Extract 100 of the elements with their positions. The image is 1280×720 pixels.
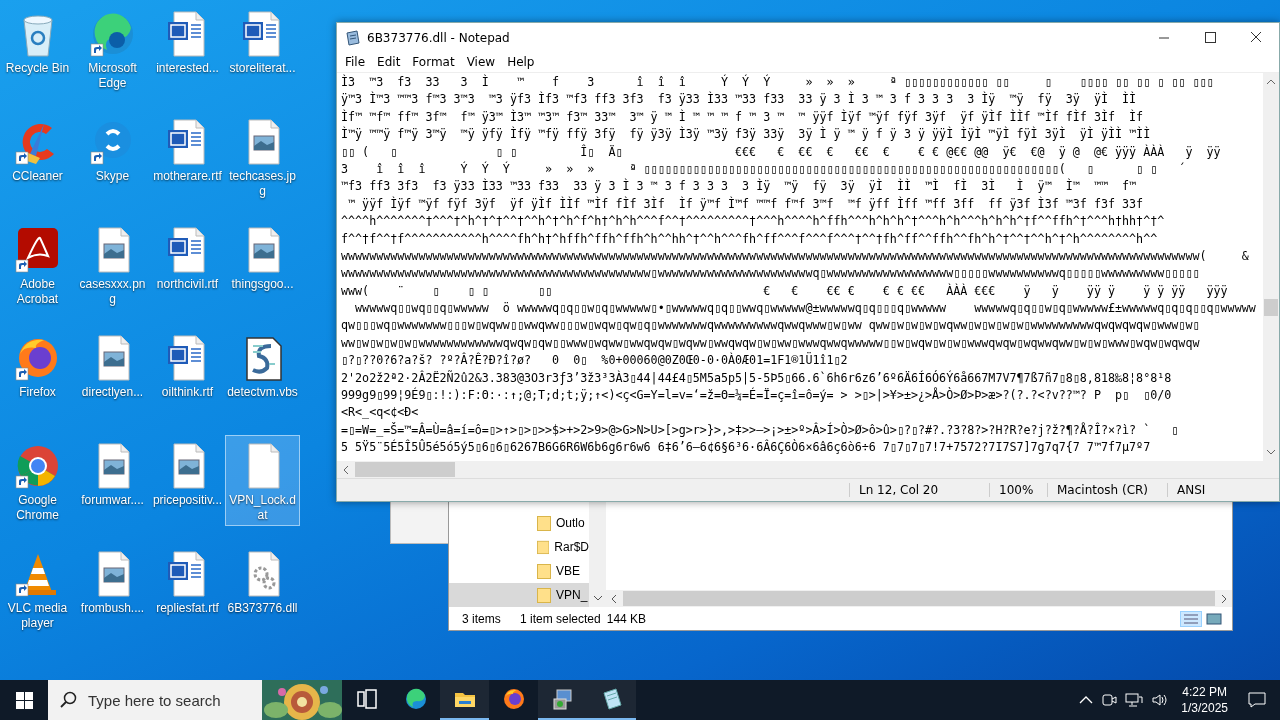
status-text: 3 items	[462, 611, 502, 626]
desktop-icon[interactable]: Firefox	[0, 327, 75, 403]
scroll-thumb[interactable]	[355, 462, 455, 477]
folder-item[interactable]: VBE	[449, 559, 589, 583]
scroll-right-icon[interactable]	[1219, 593, 1229, 604]
scroll-up-icon[interactable]	[1266, 77, 1276, 87]
desktop-icon[interactable]: Skype	[75, 111, 150, 187]
text-line: 2'2o2ž2ª2·2Â2Ë2Ñ2û2&3.383@3O3r3ƒ3’3ž3³3À3▯44|44£4▯5M5a5p5|5-5Þ5▯66.6`6h6r6z6’6º6Ä6Í6Ó6Ý6å667M7V7¶7ß7ñ7▯8▯8,818‰8¦8°8¹8	[341, 369, 1173, 387]
desktop-icon[interactable]: forumwar....	[75, 435, 150, 511]
text-line: ▯▯ ( ▯ ▯ ▯ Î▯ Ä▯ €€€ € €€ € €€ € € € @€€ @@ ÿ€ €@ ÿ @ @€ ÿÿÿ ÀÀÀ ÿ ÿÿ	[341, 143, 1222, 161]
menu-item[interactable]: File	[339, 55, 372, 69]
installer-icon	[550, 687, 575, 711]
icon-label: oilthink.rtf	[161, 385, 214, 400]
icon-label: frombush....	[80, 601, 145, 616]
desktop-icon[interactable]: oilthink.rtf	[150, 327, 225, 403]
text-line: Ì3 ™3 f3 33 3 Ì ™ f 3 î î î Ý Ý Ý » » » ª ▯▯▯▯▯▯▯▯▯▯▯▯ ▯▯ ▯ ▯▯▯▯ ▯▯ ▯▯ ▯ ▯▯ ▯▯▯	[341, 74, 1215, 91]
chevron-up-icon[interactable]	[1079, 695, 1094, 705]
browser-icon	[501, 687, 526, 711]
taskbar-button[interactable]	[587, 680, 636, 720]
desktop-icon[interactable]: thingsgoo...	[225, 219, 300, 295]
text-line: ww▯w▯w▯w▯w▯wwwwwwwwwwwwqwqw▯qw▯▯www▯wqww▯wwqwqw▯wqww▯wwqwqw▯w▯ww▯wwwqwwqwwwww▯▯w▯wqw▯w▯w▯wwwqwqw▯wqwwqww▯w▯w▯www▯wqw▯wqwqw	[341, 334, 1201, 352]
desktop-icon[interactable]: CCleaner	[0, 111, 75, 187]
text-line: ™ ÿÿf Ìÿf ™ÿf fÿf 3ÿf ÿf ÿÌf ÌÌf ™Ìf fÌf 3Ìf Ìf ÿ™f Ì™f ™™f f™f 3™f ™f ÿff Ìff ™ff 3ff ff ÿ3f Ì3f ™3f f3f 33f	[347, 195, 1145, 213]
text-line: ^^^^h^^^^^^^†^^^†^h^†^†^^†^^h^†^h^f^h†^h^h^^^f^^†^^^^^^^^^†^^^h^^^^h^ffh^^^h^h^h^†^^^h^h^^^h^h^h^†f^^ffh^†^^^h†hh†^†^	[341, 213, 1166, 231]
scroll-left-icon[interactable]	[609, 593, 619, 604]
camera-icon[interactable]	[1101, 692, 1118, 708]
menu-item[interactable]: Edit	[371, 55, 407, 69]
icon-label: interested...	[156, 61, 219, 76]
taskbar-button[interactable]	[538, 680, 587, 720]
status-text: 100%	[989, 483, 1047, 497]
icon-label: Google Chrome	[15, 493, 60, 523]
menu-item[interactable]: Format	[406, 55, 461, 69]
icon-label: casesxxx.png	[78, 277, 147, 307]
large-icons-view-icon[interactable]	[1204, 610, 1224, 627]
window-title: 6B373776.dll - Notepad	[367, 30, 511, 45]
folder-item[interactable]: VPN_	[449, 583, 589, 607]
desktop-icon[interactable]: northcivil.rtf	[150, 219, 225, 295]
icon-label: 6B373776.dll	[227, 601, 298, 616]
speaker-icon[interactable]	[1151, 692, 1170, 708]
desktop-icon[interactable]: repliesfat.rtf	[150, 543, 225, 619]
scroll-down-icon[interactable]	[1266, 447, 1276, 457]
scroll-down-icon[interactable]	[592, 593, 603, 603]
desktop-icon[interactable]: storeliterat...	[225, 3, 300, 79]
folder-item[interactable]: Rar$D	[449, 535, 589, 559]
icon-label: directlyen...	[81, 385, 144, 400]
desktop-icon[interactable]: Adobe Acrobat	[0, 219, 75, 310]
desktop-icon[interactable]: casesxxx.png	[75, 219, 150, 310]
search-box[interactable]: Type here to search	[48, 680, 340, 720]
icon-label: pricepositiv...	[152, 493, 223, 508]
folder-icon	[537, 539, 550, 555]
scroll-thumb[interactable]	[1264, 299, 1278, 316]
clock-date[interactable]: 1/3/2025	[1181, 700, 1228, 716]
text-line: ÿ™3 Ì™3 ™™3 f™3 3™3 ™3 ÿf3 Ìf3 ™f3 ff3 3f3 f3 ÿ33 Ì33 ™33 f33 33 ÿ 3 Ì 3 ™ 3 f 3 3 3 3 Ìÿ ™ÿ fÿ 3ÿ ÿÌ ÌÌ	[341, 91, 1138, 109]
status-text: 144 KB	[606, 611, 648, 626]
text-line: qw▯▯▯wq▯wwwwwww▯▯▯w▯wqww▯▯wwqww▯▯▯w▯wqw▯qw▯q▯wwwwwwwqwwwwwwwwwqwwqwww▯w▯ww qww▯w▯w▯w▯wqww▯w▯w▯w▯w▯wwwwwwwwwqwqwqwqw▯www▯w▯	[341, 317, 1201, 335]
desktop-icon[interactable]: Recycle Bin	[0, 3, 75, 79]
text-line: ™f3 ff3 3f3 f3 ÿ33 Ì33 ™33 f33 33 ÿ 3 Ì 3 ™ 3 f 3 3 3 3 Ìÿ ™ÿ fÿ 3ÿ ÿÌ ÌÌ ™Ì fÌ 3Ì Ì ÿ™ Ì™ ™™ f™	[341, 178, 1138, 196]
status-text: ANSI	[1167, 483, 1279, 497]
scroll-thumb[interactable]	[623, 591, 1215, 606]
text-line: wwwwwq▯▯wq▯▯q▯wwwww ö wwwwwq▯q▯▯w▯q▯wwwww▯•▯wwwwwq▯q▯▯wwq▯wwwww@±wwwwwq▯q▯▯▯q▯wwwww wwwwwq▯q▯▯w▯q▯wwwww£±wwwwwq▯q▯q▯▯q▯wwwww	[354, 300, 1257, 318]
icon-label: Firefox	[19, 385, 56, 400]
text-line: ▯?▯??0?6?a?š? ?º?Â?Ê?Ð?î?ø? 0 0▯ %0+00060@0Z0Œ0-0·0À0Æ01=1F1®1Ü1î1▯2	[341, 352, 849, 370]
text-line: Ìf™ ™f™ ff™ 3f™ f™ ÿ3™ Ì3™ ™3™ f3™ 33™ 3™ ÿ ™ Ì ™ ™ ™ f ™ 3 ™ ™ ÿÿf Ìÿf ™ÿf fÿf 3ÿf ÿf ÿÌf ÌÌf ™Ìf fÌf 3Ìf Ìf	[341, 108, 1145, 126]
menu-item[interactable]: Help	[501, 55, 541, 69]
desktop-icon[interactable]: VLC media player	[0, 543, 75, 634]
desktop-icon[interactable]: techcases.jpg	[225, 111, 300, 202]
desktop-icon[interactable]: VPN_Lock.dat	[225, 435, 300, 526]
folder-icon	[537, 563, 551, 579]
icon-label: Recycle Bin	[5, 61, 70, 76]
text-line: <R<_<q<¢<Ð<	[341, 404, 420, 422]
desktop-icon[interactable]: Microsoft Edge	[75, 3, 150, 94]
search-icon	[60, 691, 78, 709]
text-line: 999g9▯99¦9É9▯:!:):F:Θ:·:↑;@;T;d;t;ÿ;↑<)<ç<G=Y=l=v=‘=ž=Θ=¼=É=Ï=ç=î=ô=ý= > >▯>|>¥>±>¿>Å>Ò>Ø>Þ>æ>?(?.?<?v??™? P p▯ ▯0/0	[341, 387, 1173, 405]
desktop-icon[interactable]: pricepositiv...	[150, 435, 225, 511]
status-text: 1 item selected	[520, 611, 601, 626]
icon-label: detectvm.vbs	[227, 385, 298, 400]
text-line: Ì™ÿ ™™ÿ f™ÿ 3™ÿ ™ÿ ÿfÿ Ìfÿ ™fÿ ffÿ 3fÿ fÿ ÿ3ÿ Ì3ÿ ™3ÿ f3ÿ 33ÿ 3ÿ Ì ÿ ™ ÿ f ÿ 3 ÿ ÿÿÌ ÌÿÌ ™ÿÌ fÿÌ 3ÿÌ ÿÌ ÿÌÌ ™ÌÌ	[341, 126, 1152, 144]
desktop-icon[interactable]: frombush....	[75, 543, 150, 619]
desktop-icon[interactable]: Google Chrome	[0, 435, 75, 526]
task-view-icon	[354, 687, 379, 711]
folder-item[interactable]: Outlo	[449, 511, 589, 535]
network-icon[interactable]	[1125, 692, 1144, 708]
desktop-icon[interactable]: directlyen...	[75, 327, 150, 403]
menu-item[interactable]: View	[460, 55, 502, 69]
text-line: www( ¨ ▯ ▯ ▯ ▯▯ € € €€ € € € €€ ÀÀÀ €€€ ÿ ÿ ÿÿ ÿ ÿ ÿ ÿÿ ÿÿÿ	[341, 282, 1229, 300]
details-view-icon[interactable]	[1180, 610, 1202, 627]
icon-label: northcivil.rtf	[156, 277, 219, 292]
taskbar-button[interactable]	[440, 680, 489, 720]
notification-icon[interactable]	[1248, 692, 1266, 708]
desktop-icon[interactable]: detectvm.vbs	[225, 327, 300, 403]
desktop-icon[interactable]: motherare.rtf	[150, 111, 225, 187]
desktop-icon[interactable]: 6B373776.dll	[225, 543, 300, 619]
scroll-left-icon[interactable]	[341, 464, 351, 475]
text-line: wwwwwwwwwwwwwwwwwwwwwwwwwwwwwwwwwwwwwwwwwwww▯wwwwwwwwwwwwwwwwwwwwwwq▯wwwwwwwwwwwwwwwwww▯▯▯▯▯wwwwwwwwwwq▯▯▯▯▯wwwwwwwww▯▯▯▯▯	[341, 265, 1201, 283]
desktop-icon[interactable]: interested...	[150, 3, 225, 79]
windows-logo-icon	[15, 691, 33, 709]
clock-time[interactable]: 4:22 PM	[1182, 684, 1227, 700]
text-line: 3 î î î Ý Ý Ý » » » ª ▯▯▯▯▯▯▯▯▯▯▯▯▯▯▯▯▯▯▯▯▯▯▯▯▯▯▯▯▯▯▯▯▯▯▯▯▯▯▯▯▯▯▯▯▯▯▯▯▯▯▯▯▯▯▯▯▯▯▯( ▯ ▯ ▯ ´	[341, 160, 1187, 178]
icon-label: Adobe Acrobat	[15, 277, 60, 307]
icon-label: techcases.jpg	[228, 169, 297, 199]
